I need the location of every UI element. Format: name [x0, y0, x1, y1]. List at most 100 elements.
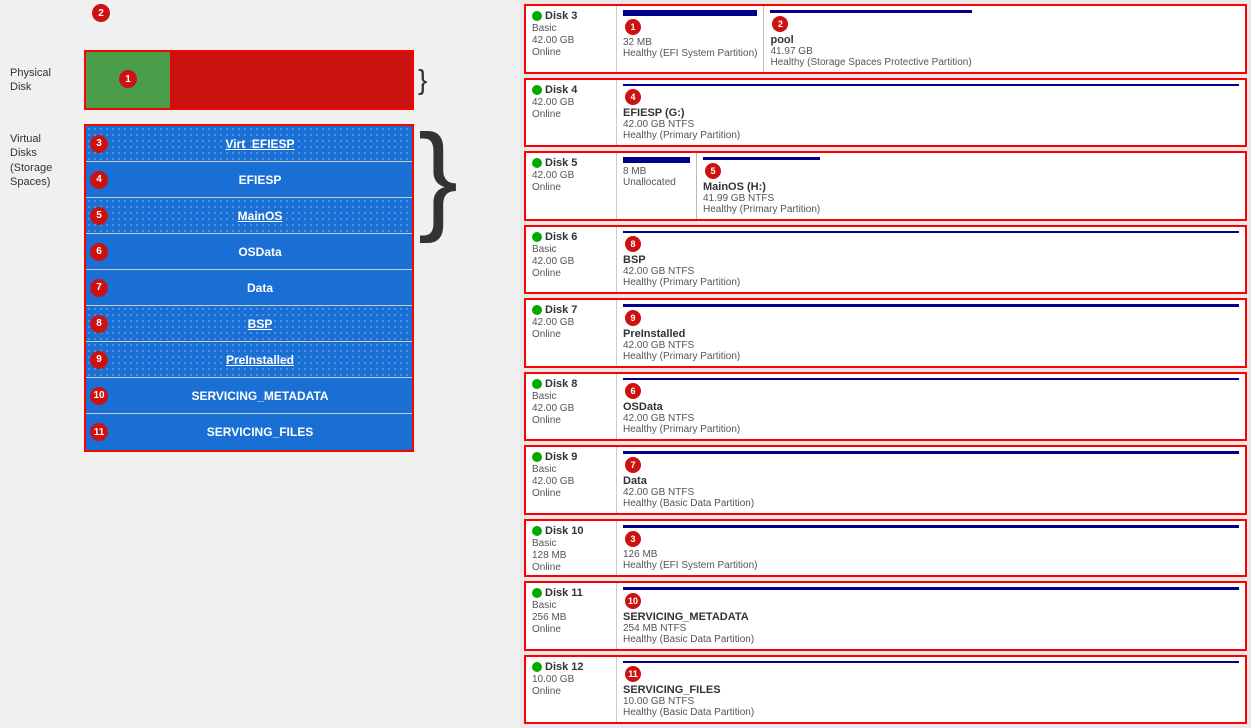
- disk-status-icon-0: [532, 11, 542, 21]
- vdisk-label-4: EFIESP: [110, 173, 410, 187]
- partition-bar-0-1: [770, 10, 971, 13]
- disk-type-5: Basic: [532, 391, 610, 402]
- partition-5-0: 6OSData42.00 GB NTFSHealthy (Primary Par…: [617, 374, 1245, 440]
- disk-partitions-0: 132 MBHealthy (EFI System Partition)2poo…: [616, 6, 1245, 72]
- disk-status-icon-9: [532, 662, 542, 672]
- disk-row-disk-11: Disk 11Basic256 MBOnline10SERVICING_META…: [524, 581, 1247, 651]
- disk-size-5: 42.00 GB: [532, 403, 610, 414]
- disk-size-1: 42.00 GB: [532, 97, 610, 108]
- disk-status-1: Online: [532, 109, 610, 120]
- partition-desc-6-0: Healthy (Basic Data Partition): [623, 498, 1239, 509]
- vdisk-badge-11: 11: [90, 423, 108, 441]
- disk-status-2: Online: [532, 182, 610, 193]
- disk-partitions-3: 8 BSP42.00 GB NTFSHealthy (Primary Partit…: [616, 227, 1245, 293]
- partition-bar-2-1: [703, 157, 820, 160]
- vdisk-badge-4: 4: [90, 171, 108, 189]
- disk-status-5: Online: [532, 415, 610, 426]
- partition-name-6-0: Data: [623, 475, 1239, 487]
- disk-size-0: 42.00 GB: [532, 35, 610, 46]
- partition-desc-9-0: Healthy (Basic Data Partition): [623, 707, 1239, 718]
- disk-partitions-6: 7 Data42.00 GB NTFSHealthy (Basic Data Pa…: [616, 447, 1245, 513]
- disk-row-disk-3: Disk 3Basic42.00 GBOnline132 MBHealthy (…: [524, 4, 1247, 74]
- partition-bar-2-0: [623, 157, 690, 163]
- disk-type-0: Basic: [532, 23, 610, 34]
- partition-bar-8-0: [623, 587, 1239, 590]
- partition-size-6-0: 42.00 GB NTFS: [623, 487, 1239, 498]
- partition-6-0: 7 Data42.00 GB NTFSHealthy (Basic Data Pa…: [617, 447, 1245, 513]
- badge-1: 1: [119, 70, 137, 88]
- vdisk-label-11: SERVICING_FILES: [110, 425, 410, 439]
- partition-desc-0-0: Healthy (EFI System Partition): [623, 48, 757, 59]
- partition-bar-6-0: [623, 451, 1239, 454]
- partition-9-0: 11SERVICING_FILES10.00 GB NTFSHealthy (B…: [617, 657, 1245, 723]
- vdisk-item-9: 9PreInstalled: [86, 342, 412, 378]
- bs-efiesp-partition: 1: [86, 52, 171, 108]
- partition-badge-4-0: 9: [625, 310, 641, 326]
- vdisk-label-10: SERVICING_METADATA: [110, 389, 410, 403]
- physical-brace: }: [418, 66, 427, 94]
- partition-size-2-0: 8 MB: [623, 166, 690, 177]
- disk-status-icon-4: [532, 305, 542, 315]
- disk-status-8: Online: [532, 624, 610, 635]
- disk-info-0: Disk 3Basic42.00 GBOnline: [526, 6, 616, 72]
- partition-3-0: 8 BSP42.00 GB NTFSHealthy (Primary Partit…: [617, 227, 1245, 293]
- vdisk-badge-6: 6: [90, 243, 108, 261]
- disk-row-disk-6: Disk 6Basic42.00 GBOnline8BSP42.00 GB NT…: [524, 225, 1247, 295]
- vdisk-item-5: 5MainOS: [86, 198, 412, 234]
- disk-status-9: Online: [532, 686, 610, 697]
- disk-info-8: Disk 11Basic256 MBOnline: [526, 583, 616, 649]
- partition-desc-0-1: Healthy (Storage Spaces Protective Parti…: [770, 57, 971, 68]
- vdisk-badge-5: 5: [90, 207, 108, 225]
- disk-partitions-1: 4EFIESP (G:)42.00 GB NTFSHealthy (Primar…: [616, 80, 1245, 146]
- vdisk-item-3: 3Virt_EFIESP: [86, 126, 412, 162]
- disk-info-5: Disk 8Basic42.00 GBOnline: [526, 374, 616, 440]
- disk-status-icon-2: [532, 158, 542, 168]
- partition-badge-6-0: 7: [625, 457, 641, 473]
- disk-name-9: Disk 12: [545, 661, 584, 673]
- disk-size-8: 256 MB: [532, 612, 610, 623]
- disk-partitions-8: 10SERVICING_METADATA254 MB NTFSHealthy (…: [616, 583, 1245, 649]
- partition-name-2-1: MainOS (H:): [703, 181, 820, 193]
- disk-type-8: Basic: [532, 600, 610, 611]
- vdisk-item-8: 8BSP: [86, 306, 412, 342]
- vdisk-badge-7: 7: [90, 279, 108, 297]
- vdisk-badge-8: 8: [90, 315, 108, 333]
- disk-info-2: Disk 542.00 GBOnline: [526, 153, 616, 219]
- partition-desc-2-1: Healthy (Primary Partition): [703, 204, 820, 215]
- partition-name-4-0: PreInstalled: [623, 328, 1239, 340]
- vdisk-label-9: PreInstalled: [110, 353, 410, 367]
- disk-status-icon-7: [532, 526, 542, 536]
- os-storage-pool-partition: 2: [171, 52, 412, 108]
- partition-size-3-0: 42.00 GB NTFS: [623, 266, 1239, 277]
- partition-badge-8-0: 10: [625, 593, 641, 609]
- partition-1-0: 4EFIESP (G:)42.00 GB NTFSHealthy (Primar…: [617, 80, 1245, 146]
- partition-size-0-1: 41.97 GB: [770, 46, 971, 57]
- disk-info-6: Disk 9Basic42.00 GBOnline: [526, 447, 616, 513]
- left-panel: PhysicalDisk 1 2 } VirtualDisks(StorageS…: [0, 0, 520, 728]
- vdisk-item-4: 4EFIESP: [86, 162, 412, 198]
- partition-badge-7-0: 3: [625, 531, 641, 547]
- partition-name-5-0: OSData: [623, 401, 1239, 413]
- disk-info-9: Disk 1210.00 GBOnline: [526, 657, 616, 723]
- virtual-disks-container: 3Virt_EFIESP4EFIESP5MainOS6OSData7Data8B…: [84, 124, 414, 452]
- partition-badge-5-0: 6: [625, 383, 641, 399]
- partition-bar-3-0: [623, 231, 1239, 234]
- disk-row-disk-4: Disk 442.00 GBOnline 4EFIESP (G:)42.00 GB…: [524, 78, 1247, 148]
- partition-bar-4-0: [623, 304, 1239, 307]
- partition-desc-3-0: Healthy (Primary Partition): [623, 277, 1239, 288]
- disk-status-6: Online: [532, 488, 610, 499]
- partition-badge-3-0: 8: [625, 236, 641, 252]
- virtual-disks-label: VirtualDisks(StorageSpaces): [10, 124, 80, 189]
- partition-desc-8-0: Healthy (Basic Data Partition): [623, 634, 1239, 645]
- partition-name-3-0: BSP: [623, 254, 1239, 266]
- partition-0-1: 2pool41.97 GBHealthy (Storage Spaces Pro…: [764, 6, 977, 72]
- disk-row-disk-12: Disk 1210.00 GBOnline11SERVICING_FILES10…: [524, 655, 1247, 725]
- partition-4-0: 9PreInstalled42.00 GB NTFSHealthy (Prima…: [617, 300, 1245, 366]
- vdisk-label-6: OSData: [110, 245, 410, 259]
- partition-2-1: 5MainOS (H:)41.99 GB NTFSHealthy (Primar…: [697, 153, 826, 219]
- disk-status-0: Online: [532, 47, 610, 58]
- vdisk-brace: }: [418, 124, 458, 228]
- partition-bar-0-0: [623, 10, 757, 16]
- disk-name-8: Disk 11: [545, 587, 583, 599]
- disk-name-1: Disk 4: [545, 84, 577, 96]
